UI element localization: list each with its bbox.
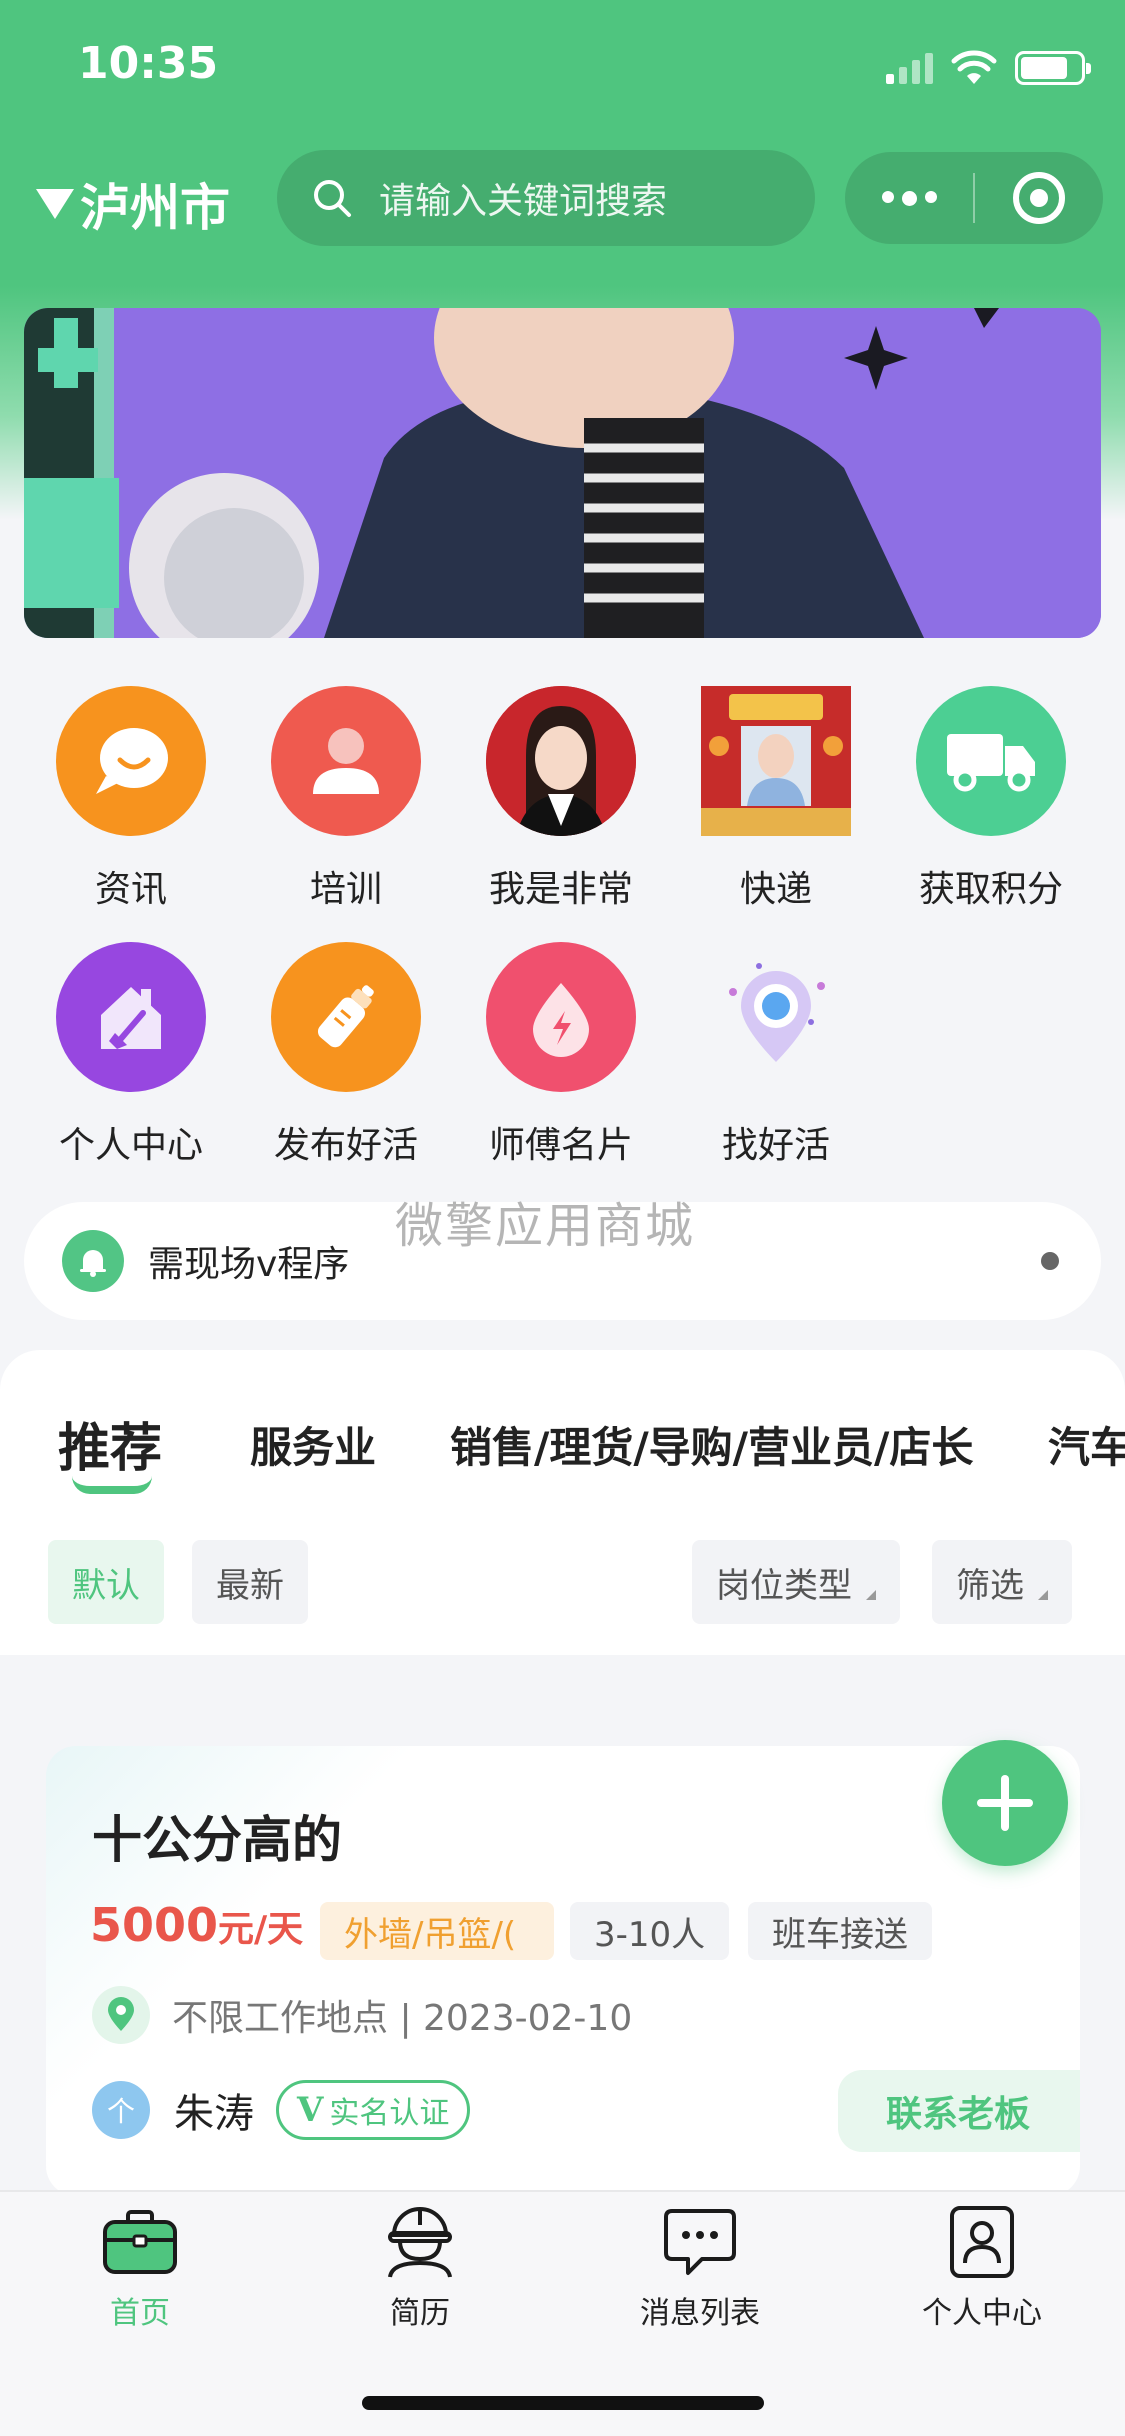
tab-recommend[interactable]: 推荐: [58, 1406, 162, 1481]
new-year-poster: [701, 686, 851, 836]
chat-bubble-icon: [56, 686, 206, 836]
job-salary: 5000元/天: [90, 1898, 303, 1952]
banner-image: [24, 308, 1101, 638]
portrait-avatar: [486, 686, 636, 836]
grid-label: 找好活: [721, 1125, 830, 1166]
filter-job-type-label: 岗位类型: [716, 1565, 852, 1606]
status-time: 10:35: [78, 38, 219, 89]
battery-icon: [1015, 51, 1091, 85]
drop-bolt-icon: [486, 942, 636, 1092]
status-icons: [886, 50, 1091, 86]
verified-text: 实名认证: [329, 2096, 450, 2131]
city-label: 泸州市: [80, 179, 230, 237]
bottle-icon: [271, 942, 421, 1092]
add-button[interactable]: [942, 1740, 1068, 1866]
grid-label: 快递: [739, 869, 812, 910]
user-icon: [271, 686, 421, 836]
worker-helmet-icon: [380, 2202, 460, 2282]
grid-label: 发布好活: [273, 1125, 418, 1166]
filter-more-label: 筛选: [956, 1565, 1024, 1606]
grid-item-express[interactable]: 快递: [676, 686, 876, 912]
category-tabs: 推荐 服务业 销售/理货/导购/营业员/店长 汽车 默认 最新 岗位类型 筛选: [0, 1350, 1125, 1655]
job-location: 不限工作地点 | 2023-02-10: [92, 1986, 632, 2044]
job-boss: 个 朱涛 V 实名认证: [92, 2080, 471, 2140]
tabbar-home[interactable]: 首页: [40, 2202, 240, 2332]
tab-sales[interactable]: 销售/理货/导购/营业员/店长: [450, 1414, 973, 1475]
boss-name: 朱涛: [174, 2091, 254, 2137]
filter-latest-label: 最新: [216, 1565, 284, 1606]
contact-boss-button[interactable]: 联系老板: [838, 2070, 1080, 2152]
house-broom-icon: [56, 942, 206, 1092]
tabbar-messages[interactable]: 消息列表: [600, 2202, 800, 2332]
tabbar-label: 消息列表: [640, 2296, 760, 2331]
salary-amount: 5000: [90, 1898, 219, 1952]
tabbar-label: 简历: [390, 2296, 450, 2331]
grid-label: 我是非常: [488, 869, 633, 910]
job-title: 十公分高的: [92, 1811, 342, 1869]
caret-down-icon: [36, 189, 74, 219]
tabbar-resume[interactable]: 简历: [320, 2202, 520, 2332]
notice-arrow-icon: [1041, 1252, 1059, 1270]
search-icon: [314, 180, 351, 217]
salary-unit: 元/天: [218, 1909, 304, 1950]
grid-item-profile[interactable]: 个人中心: [31, 942, 231, 1168]
filter-job-type[interactable]: 岗位类型: [692, 1540, 900, 1624]
signal-icon: [886, 52, 933, 84]
plus-icon: [977, 1775, 1033, 1831]
filter-latest[interactable]: 最新: [192, 1540, 308, 1624]
job-tag-headcount: 3-10人: [570, 1902, 730, 1960]
miniprogram-capsule: [845, 152, 1103, 244]
grid-item-points[interactable]: 获取积分: [891, 686, 1091, 912]
user-card-icon: [942, 2202, 1022, 2282]
grid-label: 获取积分: [918, 869, 1063, 910]
grid-label: 资讯: [94, 869, 167, 910]
tabbar-label: 首页: [110, 2296, 170, 2331]
close-miniprogram-icon[interactable]: [975, 170, 1103, 226]
truck-icon: [916, 686, 1066, 836]
grid-label: 培训: [309, 869, 382, 910]
home-indicator: [362, 2396, 764, 2410]
grid-item-news[interactable]: 资讯: [31, 686, 231, 912]
location-icon: [92, 1986, 150, 2044]
corner-triangle-icon: [1038, 1590, 1048, 1600]
message-icon: [660, 2202, 740, 2282]
corner-triangle-icon: [866, 1590, 876, 1600]
grid-label: 个人中心: [58, 1125, 203, 1166]
job-tag-shuttle: 班车接送: [748, 1902, 932, 1960]
tab-service[interactable]: 服务业: [250, 1414, 376, 1475]
filter-more[interactable]: 筛选: [932, 1540, 1072, 1624]
verified-v-icon: V: [297, 2090, 324, 2130]
tab-active-indicator: [72, 1476, 152, 1494]
job-tag-category: 外墙/吊篮/(: [320, 1902, 554, 1960]
notice-text: 需现场v程序: [148, 1244, 350, 1285]
wifi-icon: [951, 50, 997, 84]
verified-badge: V 实名认证: [276, 2080, 471, 2140]
location-pin-icon: [701, 942, 851, 1092]
job-card[interactable]: 十公分高的 5000元/天 外墙/吊篮/( 3-10人 班车接送 不限工作地点 …: [46, 1746, 1080, 2196]
grid-label: 师傅名片: [488, 1125, 633, 1166]
city-selector[interactable]: 泸州市: [36, 168, 230, 240]
grid-item-portrait[interactable]: 我是非常: [461, 686, 661, 912]
filter-default[interactable]: 默认: [48, 1540, 164, 1624]
avatar: 个: [92, 2081, 150, 2139]
grid-item-master-card[interactable]: 师傅名片: [461, 942, 661, 1168]
bell-icon: [62, 1230, 124, 1292]
promo-banner[interactable]: [24, 308, 1101, 638]
more-icon[interactable]: [845, 190, 973, 206]
briefcase-icon: [100, 2202, 180, 2282]
watermark: 微擎应用商城: [395, 1198, 696, 1254]
tabbar-label: 个人中心: [922, 2296, 1042, 2331]
grid-item-training[interactable]: 培训: [246, 686, 446, 912]
status-bar: 10:35: [0, 0, 1125, 130]
search-bar[interactable]: 请输入关键词搜索: [277, 150, 815, 246]
search-placeholder: 请输入关键词搜索: [379, 181, 668, 222]
grid-item-post-job[interactable]: 发布好活: [246, 942, 446, 1168]
location-text: 不限工作地点 | 2023-02-10: [172, 1998, 633, 2039]
tab-auto[interactable]: 汽车: [1048, 1414, 1125, 1475]
filter-default-label: 默认: [72, 1565, 140, 1606]
grid-item-find-job[interactable]: 找好活: [676, 942, 876, 1168]
tabbar-profile[interactable]: 个人中心: [882, 2202, 1082, 2332]
